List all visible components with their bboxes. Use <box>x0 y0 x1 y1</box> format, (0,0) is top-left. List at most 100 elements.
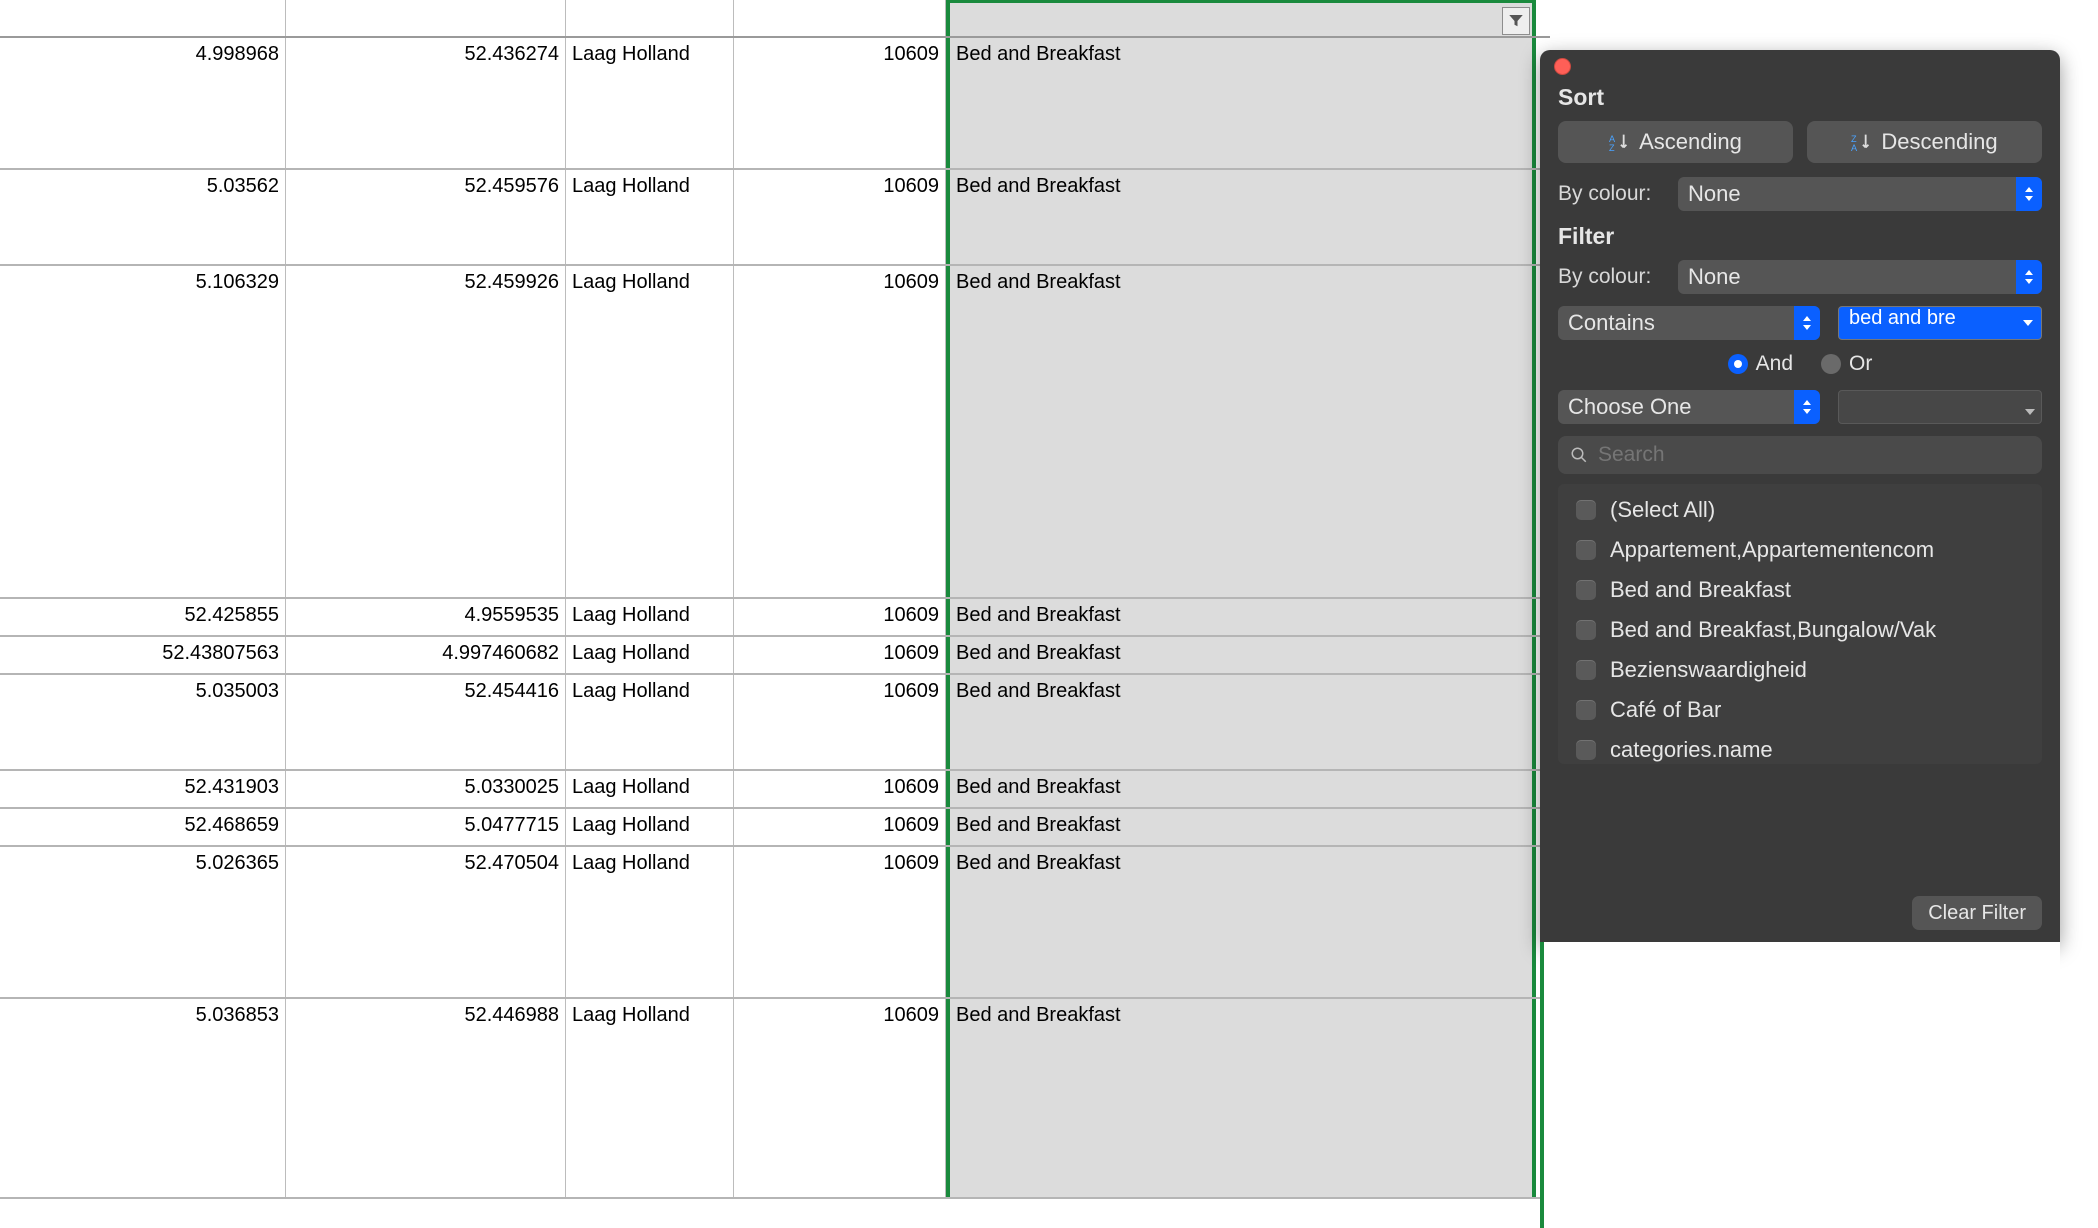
cell-d[interactable]: 10609 <box>734 170 946 264</box>
cell-d[interactable]: 10609 <box>734 637 946 673</box>
filter-value-item[interactable]: Bed and Breakfast,Bungalow/Vak <box>1576 610 2036 650</box>
filter-cond2-value-input[interactable] <box>1838 390 2042 424</box>
sort-bycolour-select[interactable]: None <box>1678 177 2042 211</box>
cell-e[interactable]: Bed and Breakfast <box>946 599 1536 635</box>
sort-asc-label: Ascending <box>1639 129 1742 155</box>
cell-b[interactable]: 4.9559535 <box>286 599 566 635</box>
cell-c[interactable]: Laag Holland <box>566 999 734 1197</box>
filter-value-label: Bezienswaardigheid <box>1610 657 1807 683</box>
checkbox[interactable] <box>1576 660 1596 680</box>
cell-e[interactable]: Bed and Breakfast <box>946 771 1536 807</box>
filter-values-list[interactable]: (Select All)Appartement,Appartementencom… <box>1558 484 2042 764</box>
filter-value-item[interactable]: (Select All) <box>1576 490 2036 530</box>
col-header-c[interactable] <box>566 0 734 36</box>
filter-value-item[interactable]: Café of Bar <box>1576 690 2036 730</box>
cell-e[interactable]: Bed and Breakfast <box>946 170 1536 264</box>
filter-value-item[interactable]: Bezienswaardigheid <box>1576 650 2036 690</box>
cell-a[interactable]: 5.03562 <box>0 170 286 264</box>
clear-filter-button[interactable]: Clear Filter <box>1912 896 2042 930</box>
checkbox[interactable] <box>1576 740 1596 760</box>
filter-search[interactable] <box>1558 436 2042 474</box>
cell-e[interactable]: Bed and Breakfast <box>946 675 1536 769</box>
cell-d[interactable]: 10609 <box>734 266 946 597</box>
checkbox[interactable] <box>1576 700 1596 720</box>
updown-icon <box>1801 400 1813 414</box>
sort-ascending-button[interactable]: AZ Ascending <box>1558 121 1793 163</box>
cell-c[interactable]: Laag Holland <box>566 38 734 168</box>
cell-a[interactable]: 52.468659 <box>0 809 286 845</box>
cell-b[interactable]: 52.446988 <box>286 999 566 1197</box>
cell-a[interactable]: 5.026365 <box>0 847 286 997</box>
cell-a[interactable]: 5.035003 <box>0 675 286 769</box>
cell-a[interactable]: 5.106329 <box>0 266 286 597</box>
cell-b[interactable]: 52.454416 <box>286 675 566 769</box>
cell-c[interactable]: Laag Holland <box>566 170 734 264</box>
sort-desc-label: Descending <box>1881 129 1997 155</box>
col-header-a[interactable] <box>0 0 286 36</box>
checkbox[interactable] <box>1576 580 1596 600</box>
chevron-down-icon <box>2025 407 2035 417</box>
close-icon[interactable] <box>1554 58 1571 75</box>
table-row: 52.438075634.997460682Laag Holland10609B… <box>0 637 1550 675</box>
cell-c[interactable]: Laag Holland <box>566 599 734 635</box>
cell-a[interactable]: 5.036853 <box>0 999 286 1197</box>
cell-d[interactable]: 10609 <box>734 847 946 997</box>
col-header-f[interactable] <box>1536 0 1550 36</box>
cell-d[interactable]: 10609 <box>734 38 946 168</box>
filter-cond1-value-input[interactable]: bed and bre <box>1838 306 2042 340</box>
cell-a[interactable]: 52.43807563 <box>0 637 286 673</box>
cell-c[interactable]: Laag Holland <box>566 809 734 845</box>
cell-c[interactable]: Laag Holland <box>566 847 734 997</box>
cell-d[interactable]: 10609 <box>734 771 946 807</box>
cell-e[interactable]: Bed and Breakfast <box>946 38 1536 168</box>
cell-b[interactable]: 52.436274 <box>286 38 566 168</box>
cell-d[interactable]: 10609 <box>734 809 946 845</box>
column-header-row <box>0 0 1550 38</box>
sort-bycolour-label: By colour: <box>1558 182 1664 206</box>
cell-d[interactable]: 10609 <box>734 999 946 1197</box>
cell-c[interactable]: Laag Holland <box>566 637 734 673</box>
filter-value-item[interactable]: categories.name <box>1576 730 2036 764</box>
filter-value-item[interactable]: Bed and Breakfast <box>1576 570 2036 610</box>
autofilter-button[interactable] <box>1502 7 1530 35</box>
cell-e[interactable]: Bed and Breakfast <box>946 999 1536 1197</box>
cell-d[interactable]: 10609 <box>734 675 946 769</box>
filter-search-input[interactable] <box>1598 443 2030 467</box>
cell-b[interactable]: 52.459576 <box>286 170 566 264</box>
cell-b[interactable]: 5.0330025 <box>286 771 566 807</box>
col-header-e-selected[interactable] <box>946 0 1536 36</box>
filter-cond1-operator-select[interactable]: Contains <box>1558 306 1820 340</box>
col-header-b[interactable] <box>286 0 566 36</box>
filter-cond2-operator-select[interactable]: Choose One <box>1558 390 1820 424</box>
filter-or-radio[interactable]: Or <box>1821 352 1872 376</box>
autofilter-panel: Sort AZ Ascending ZA Descending By colou… <box>1540 50 2060 942</box>
sort-asc-icon: AZ <box>1609 131 1631 153</box>
cell-e[interactable]: Bed and Breakfast <box>946 847 1536 997</box>
cell-a[interactable]: 52.431903 <box>0 771 286 807</box>
filter-bycolour-select[interactable]: None <box>1678 260 2042 294</box>
cell-c[interactable]: Laag Holland <box>566 266 734 597</box>
cell-c[interactable]: Laag Holland <box>566 675 734 769</box>
cell-e[interactable]: Bed and Breakfast <box>946 637 1536 673</box>
filter-section-title: Filter <box>1558 223 2042 250</box>
cell-b[interactable]: 5.0477715 <box>286 809 566 845</box>
updown-icon <box>2023 270 2035 284</box>
sort-descending-button[interactable]: ZA Descending <box>1807 121 2042 163</box>
checkbox[interactable] <box>1576 540 1596 560</box>
checkbox[interactable] <box>1576 620 1596 640</box>
cell-a[interactable]: 4.998968 <box>0 38 286 168</box>
cell-a[interactable]: 52.425855 <box>0 599 286 635</box>
below-panel-area <box>1540 942 2060 1228</box>
funnel-icon <box>1507 12 1525 30</box>
filter-and-radio[interactable]: And <box>1728 352 1793 376</box>
cell-b[interactable]: 4.997460682 <box>286 637 566 673</box>
checkbox[interactable] <box>1576 500 1596 520</box>
cell-b[interactable]: 52.459926 <box>286 266 566 597</box>
filter-value-item[interactable]: Appartement,Appartementencom <box>1576 530 2036 570</box>
cell-b[interactable]: 52.470504 <box>286 847 566 997</box>
cell-e[interactable]: Bed and Breakfast <box>946 266 1536 597</box>
cell-e[interactable]: Bed and Breakfast <box>946 809 1536 845</box>
cell-c[interactable]: Laag Holland <box>566 771 734 807</box>
col-header-d[interactable] <box>734 0 946 36</box>
cell-d[interactable]: 10609 <box>734 599 946 635</box>
